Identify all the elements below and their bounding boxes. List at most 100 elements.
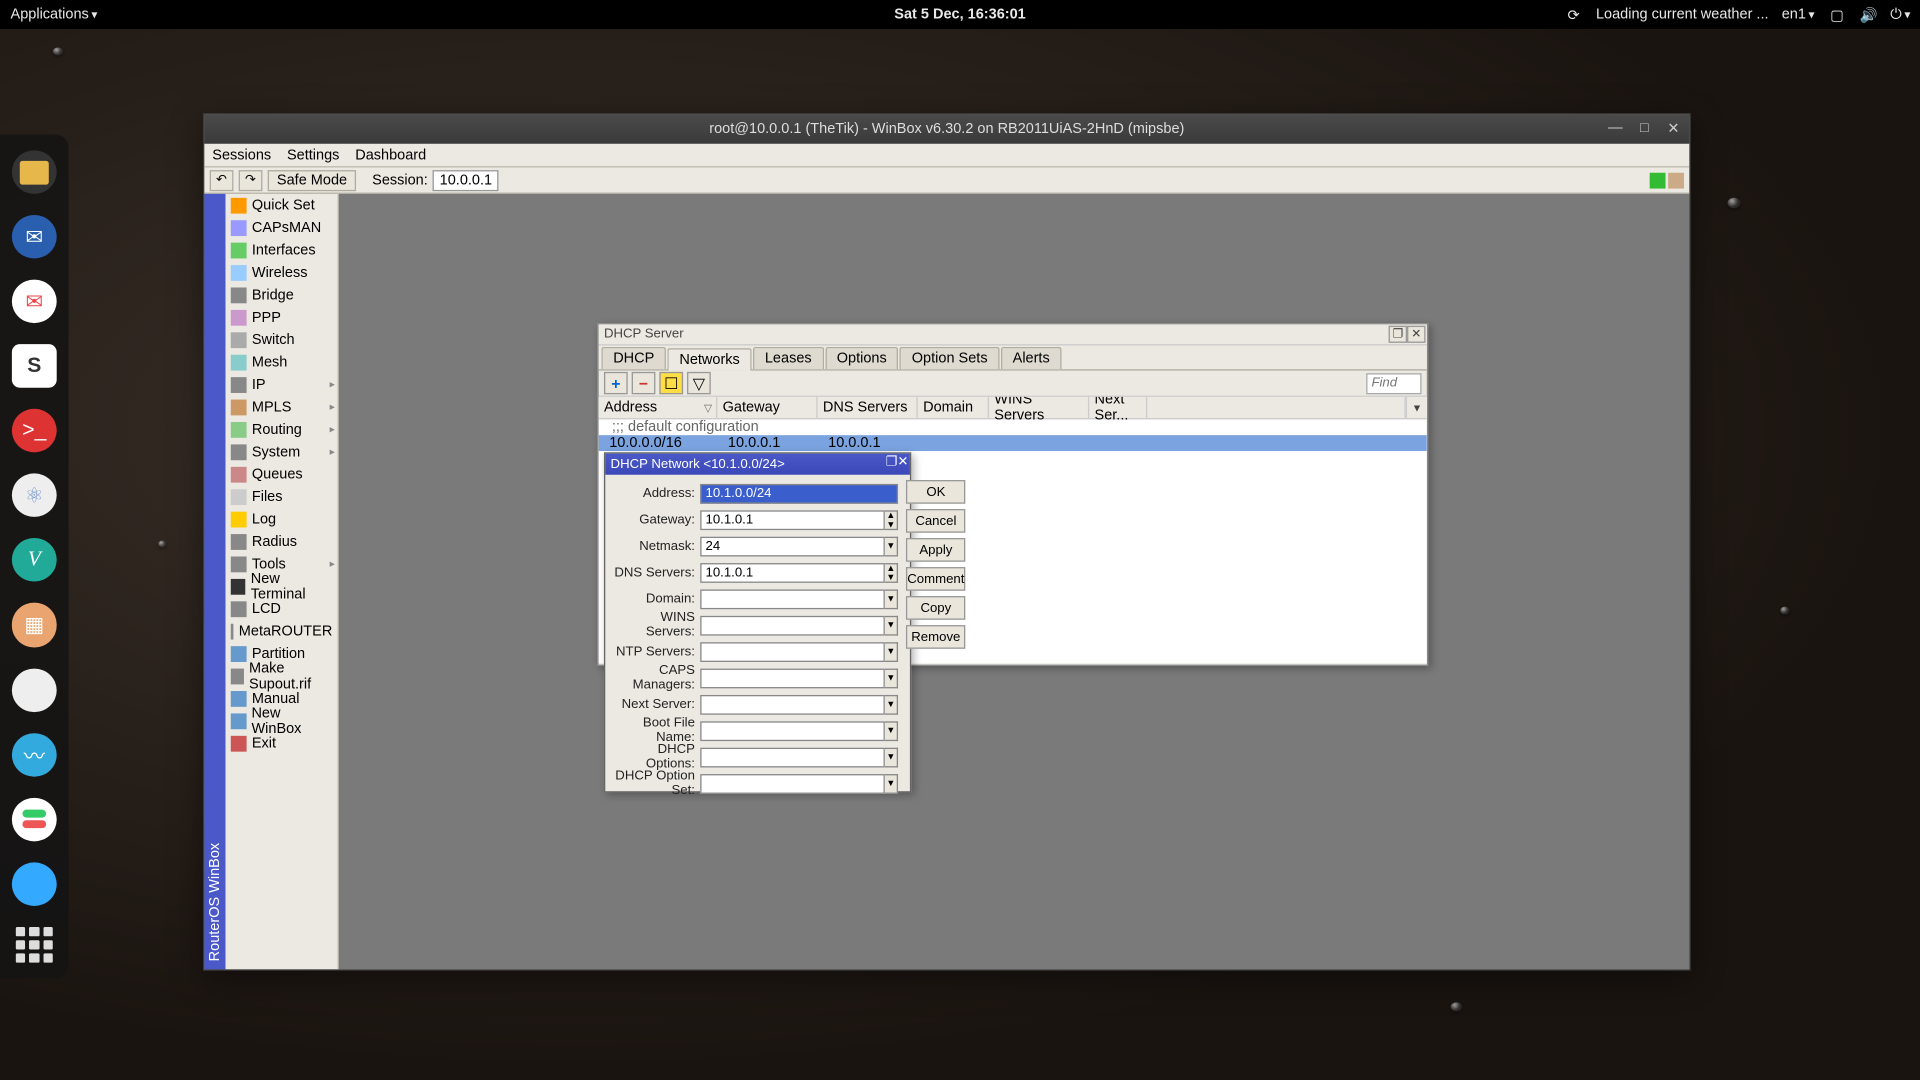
dropdown-icon[interactable]: ▼	[885, 589, 898, 609]
sidebar-item-exit[interactable]: Exit	[225, 732, 337, 754]
dhcp-titlebar[interactable]: DHCP Server ❐ ✕	[599, 324, 1427, 345]
opts-input[interactable]	[700, 747, 885, 767]
dropdown-icon[interactable]: ▼	[885, 694, 898, 714]
sidebar-item-new-winbox[interactable]: New WinBox	[225, 709, 337, 731]
stepper-icon[interactable]: ▲▼	[885, 562, 898, 582]
dock-monitor-icon[interactable]: 〰	[12, 733, 57, 777]
remove-button[interactable]: Remove	[906, 625, 966, 649]
dropdown-icon[interactable]: ▼	[885, 721, 898, 741]
keyboard-layout-indicator[interactable]: en1	[1782, 7, 1815, 23]
dropdown-icon[interactable]: ▼	[885, 668, 898, 688]
sidebar-item-metarouter[interactable]: MetaROUTER	[225, 620, 337, 642]
ntp-input[interactable]	[700, 642, 885, 662]
sidebar-item-ppp[interactable]: PPP	[225, 306, 337, 328]
remove-button[interactable]: −	[632, 372, 656, 394]
next-input[interactable]	[700, 694, 885, 714]
sidebar-item-make-supout-rif[interactable]: Make Supout.rif	[225, 665, 337, 687]
dhcp-restore-button[interactable]: ❐	[1389, 326, 1407, 343]
sidebar-item-switch[interactable]: Switch	[225, 328, 337, 350]
dock-thunderbird-icon[interactable]: ✉	[12, 215, 57, 259]
undo-button[interactable]: ↶	[210, 169, 234, 190]
sidebar-item-new-terminal[interactable]: New Terminal	[225, 575, 337, 597]
sidebar-item-mesh[interactable]: Mesh	[225, 351, 337, 373]
tab-leases[interactable]: Leases	[753, 347, 824, 369]
sidebar-item-system[interactable]: System▸	[225, 440, 337, 462]
sidebar-item-routing[interactable]: Routing▸	[225, 418, 337, 440]
comment-button[interactable]: ☐	[659, 372, 683, 394]
minimize-button[interactable]: —	[1605, 117, 1626, 138]
ok-button[interactable]: OK	[906, 480, 966, 504]
sidebar-item-bridge[interactable]: Bridge	[225, 284, 337, 306]
gateway-input[interactable]	[700, 510, 885, 530]
dropdown-icon[interactable]: ▼	[885, 536, 898, 556]
volume-icon[interactable]: 🔊	[1859, 5, 1877, 23]
refresh-icon[interactable]: ⟳	[1564, 5, 1582, 23]
sidebar-item-queues[interactable]: Queues	[225, 463, 337, 485]
sidebar-item-radius[interactable]: Radius	[225, 530, 337, 552]
caps-input[interactable]	[700, 668, 885, 688]
find-input[interactable]	[1366, 373, 1421, 394]
safe-mode-button[interactable]: Safe Mode	[268, 169, 357, 190]
column-header[interactable]: Next Ser...	[1089, 397, 1147, 418]
session-value[interactable]: 10.0.0.1	[433, 169, 499, 190]
dock-box-icon[interactable]: ▦	[12, 603, 57, 647]
tab-alerts[interactable]: Alerts	[1001, 347, 1062, 369]
column-header[interactable]: DNS Servers	[818, 397, 918, 418]
dhcp-close-button[interactable]: ✕	[1407, 326, 1425, 343]
dock-atom-icon[interactable]: ⚛	[12, 474, 57, 518]
stepper-icon[interactable]: ▲▼	[885, 510, 898, 530]
dropdown-icon[interactable]: ▼	[885, 773, 898, 793]
maximize-button[interactable]: □	[1634, 117, 1655, 138]
dialog-restore-button[interactable]: ❐	[886, 455, 898, 470]
redo-button[interactable]: ↷	[239, 169, 263, 190]
dns-input[interactable]	[700, 562, 885, 582]
menu-settings[interactable]: Settings	[287, 147, 339, 163]
sidebar-item-log[interactable]: Log	[225, 508, 337, 530]
dock-vim-icon[interactable]: V	[12, 539, 57, 583]
sidebar-item-interfaces[interactable]: Interfaces	[225, 239, 337, 261]
column-header[interactable]: WINS Servers	[989, 397, 1089, 418]
dialog-close-button[interactable]: ✕	[898, 455, 909, 470]
domain-input[interactable]	[700, 589, 885, 609]
display-icon[interactable]: ▢	[1828, 5, 1846, 23]
menu-sessions[interactable]: Sessions	[212, 147, 271, 163]
dialog-titlebar[interactable]: DHCP Network <10.1.0.0/24> ❐ ✕	[605, 454, 910, 475]
apply-button[interactable]: Apply	[906, 538, 966, 562]
dock-terminal-icon[interactable]: >_	[12, 409, 57, 453]
filter-button[interactable]: ▽	[687, 372, 711, 394]
tab-networks[interactable]: Networks	[667, 348, 751, 370]
sidebar-item-ip[interactable]: IP▸	[225, 373, 337, 395]
sidebar-item-wireless[interactable]: Wireless	[225, 261, 337, 283]
column-header[interactable]: Address▽	[599, 397, 718, 418]
sidebar-item-capsman[interactable]: CAPsMAN	[225, 216, 337, 238]
power-icon[interactable]: ⏻	[1891, 5, 1909, 23]
boot-input[interactable]	[700, 721, 885, 741]
dock-toggle-icon[interactable]	[12, 797, 57, 841]
dock-slack-icon[interactable]: S	[12, 344, 57, 388]
dock-marble-icon[interactable]	[12, 862, 57, 906]
menu-dashboard[interactable]: Dashboard	[355, 147, 426, 163]
window-titlebar[interactable]: root@10.0.0.1 (TheTik) - WinBox v6.30.2 …	[204, 115, 1689, 144]
wins-input[interactable]	[700, 615, 885, 635]
close-button[interactable]: ✕	[1663, 117, 1684, 138]
dock-egg-icon[interactable]	[12, 668, 57, 712]
comment-button[interactable]: Comment	[906, 567, 966, 591]
sidebar-item-files[interactable]: Files	[225, 485, 337, 507]
add-button[interactable]: +	[604, 372, 628, 394]
sidebar-item-lcd[interactable]: LCD	[225, 597, 337, 619]
table-row[interactable]: 10.0.0.0/1610.0.0.110.0.0.1	[599, 435, 1427, 451]
applications-menu[interactable]: Applications	[11, 7, 98, 23]
cancel-button[interactable]: Cancel	[906, 509, 966, 533]
copy-button[interactable]: Copy	[906, 596, 966, 620]
column-menu-button[interactable]: ▼	[1406, 397, 1427, 418]
weather-indicator[interactable]: Loading current weather ...	[1596, 7, 1769, 23]
optset-input[interactable]	[700, 773, 885, 793]
sidebar-item-mpls[interactable]: MPLS▸	[225, 396, 337, 418]
dropdown-icon[interactable]: ▼	[885, 747, 898, 767]
column-header[interactable]: Gateway	[717, 397, 817, 418]
dock-files-icon[interactable]	[12, 150, 57, 194]
dock-apps-grid-icon[interactable]	[16, 927, 53, 963]
sidebar-item-quick-set[interactable]: Quick Set	[225, 194, 337, 216]
tab-options[interactable]: Options	[825, 347, 899, 369]
dropdown-icon[interactable]: ▼	[885, 615, 898, 635]
